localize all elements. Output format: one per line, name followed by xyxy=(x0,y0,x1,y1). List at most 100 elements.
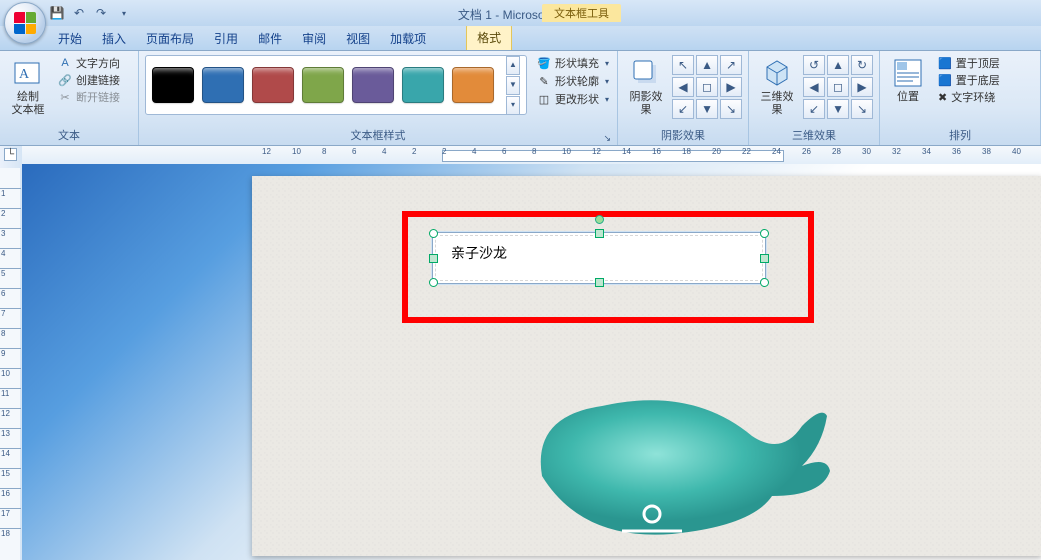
draw-textbox-button[interactable]: A 绘制 文本框 xyxy=(6,55,50,119)
ruler-tick: 8 xyxy=(322,147,326,156)
group-3d: 三维效果 ↺▲↻ ◀◻▶ ↙▼↘ 三维效果 xyxy=(749,51,880,145)
vruler-tick: 2 xyxy=(0,208,21,218)
position-button[interactable]: 位置 xyxy=(886,55,930,106)
left-gutter: └ 123456789101112131415161718 xyxy=(0,146,23,560)
style-swatch-6[interactable] xyxy=(452,67,494,103)
resize-handle-n[interactable] xyxy=(595,229,604,238)
tab-selector-icon[interactable]: └ xyxy=(4,148,17,161)
shadow-nudge-dr[interactable]: ↘ xyxy=(720,99,742,119)
document-page[interactable]: 亲子沙龙 xyxy=(252,176,1041,556)
tab-insert[interactable]: 插入 xyxy=(92,26,136,50)
draw-textbox-label: 绘制 文本框 xyxy=(12,91,45,117)
shadow-nudge-ur[interactable]: ↗ xyxy=(720,55,742,75)
ruler-tick: 2 xyxy=(412,147,416,156)
3d-tilt-r[interactable]: ▶ xyxy=(851,77,873,97)
tab-page-layout[interactable]: 页面布局 xyxy=(136,26,204,50)
3d-tilt-d[interactable]: ▼ xyxy=(827,99,849,119)
shadow-nudge-dl[interactable]: ↙ xyxy=(672,99,694,119)
vruler-tick: 11 xyxy=(0,388,21,398)
gallery-up-icon[interactable]: ▲ xyxy=(506,56,520,75)
3d-effect-button[interactable]: 三维效果 xyxy=(755,55,799,119)
style-swatch-5[interactable] xyxy=(402,67,444,103)
group-styles-label[interactable]: 文本框样式 xyxy=(143,126,613,145)
style-swatch-0[interactable] xyxy=(152,67,194,103)
qat-dropdown-icon[interactable] xyxy=(116,6,130,20)
style-swatch-3[interactable] xyxy=(302,67,344,103)
3d-tilt-dr[interactable]: ↘ xyxy=(851,99,873,119)
ribbon: A 绘制 文本框 A文字方向 🔗创建链接 ✂断开链接 文本 xyxy=(0,51,1041,146)
ruler-tick: 8 xyxy=(532,147,536,156)
resize-handle-e[interactable] xyxy=(760,254,769,263)
break-link-button[interactable]: ✂断开链接 xyxy=(54,89,124,105)
bring-front-button[interactable]: 🟦置于顶层 xyxy=(936,55,1002,71)
group-text-label: 文本 xyxy=(4,126,134,145)
ruler-tick: 32 xyxy=(892,147,901,156)
resize-handle-w[interactable] xyxy=(429,254,438,263)
horizontal-ruler[interactable]: 1210864224681012141618202224262830323436… xyxy=(22,146,1041,165)
undo-icon[interactable]: ↶ xyxy=(72,6,86,20)
vruler-tick: 6 xyxy=(0,288,21,298)
rotate-handle-icon[interactable] xyxy=(595,215,604,224)
text-wrap-button[interactable]: ✖文字环绕 xyxy=(936,89,1002,105)
shadow-effect-button[interactable]: 阴影效果 xyxy=(624,55,668,119)
shadow-nudge-d[interactable]: ▼ xyxy=(696,99,718,119)
3d-tilt-u[interactable]: ▲ xyxy=(827,55,849,75)
create-link-button[interactable]: 🔗创建链接 xyxy=(54,72,124,88)
shadow-nudge-ul[interactable]: ↖ xyxy=(672,55,694,75)
3d-tilt-l[interactable]: ◀ xyxy=(803,77,825,97)
3d-toggle[interactable]: ◻ xyxy=(827,77,849,97)
contextual-tab-title: 文本框工具 xyxy=(542,4,621,22)
selected-textbox[interactable]: 亲子沙龙 xyxy=(432,232,766,284)
shadow-nudge-r[interactable]: ▶ xyxy=(720,77,742,97)
style-swatch-4[interactable] xyxy=(352,67,394,103)
ruler-tick: 26 xyxy=(802,147,811,156)
3d-tilt-dl[interactable]: ↙ xyxy=(803,99,825,119)
ruler-tick: 10 xyxy=(292,147,301,156)
gallery-more-icon[interactable]: ▾ xyxy=(506,96,520,115)
office-logo-icon xyxy=(14,12,36,34)
group-textbox-styles: ▲ ▼ ▾ 🪣形状填充 ✎形状轮廓 ◫更改形状 文本框样式 xyxy=(139,51,618,145)
3d-rotate-grid: ↺▲↻ ◀◻▶ ↙▼↘ xyxy=(803,55,873,119)
resize-handle-sw[interactable] xyxy=(429,278,438,287)
style-swatch-1[interactable] xyxy=(202,67,244,103)
3d-tilt-ul[interactable]: ↺ xyxy=(803,55,825,75)
send-back-button[interactable]: 🟦置于底层 xyxy=(936,72,1002,88)
style-swatch-2[interactable] xyxy=(252,67,294,103)
tab-home[interactable]: 开始 xyxy=(48,26,92,50)
ruler-tick: 4 xyxy=(382,147,386,156)
arrange-stack: 🟦置于顶层 🟦置于底层 ✖文字环绕 xyxy=(936,55,1002,105)
3d-tilt-ur[interactable]: ↻ xyxy=(851,55,873,75)
resize-handle-se[interactable] xyxy=(760,278,769,287)
text-direction-button[interactable]: A文字方向 xyxy=(54,55,124,71)
vruler-tick: 8 xyxy=(0,328,21,338)
change-shape-button[interactable]: ◫更改形状 xyxy=(535,91,611,107)
shape-outline-button[interactable]: ✎形状轮廓 xyxy=(535,73,611,89)
shape-fill-button[interactable]: 🪣形状填充 xyxy=(535,55,611,71)
tab-addins[interactable]: 加载项 xyxy=(380,26,436,50)
workspace[interactable]: 亲子沙龙 xyxy=(22,164,1041,560)
shadow-nudge-l[interactable]: ◀ xyxy=(672,77,694,97)
group-arrange: 位置 🟦置于顶层 🟦置于底层 ✖文字环绕 排列 xyxy=(880,51,1041,145)
vruler-tick: 3 xyxy=(0,228,21,238)
whale-image[interactable] xyxy=(522,356,832,546)
tab-references[interactable]: 引用 xyxy=(204,26,248,50)
text-options: A文字方向 🔗创建链接 ✂断开链接 xyxy=(54,55,124,105)
save-icon[interactable]: 💾 xyxy=(50,6,64,20)
resize-handle-s[interactable] xyxy=(595,278,604,287)
office-button[interactable] xyxy=(4,2,46,44)
tab-review[interactable]: 审阅 xyxy=(292,26,336,50)
gallery-down-icon[interactable]: ▼ xyxy=(506,76,520,95)
shadow-nudge-u[interactable]: ▲ xyxy=(696,55,718,75)
shadow-toggle[interactable]: ◻ xyxy=(696,77,718,97)
resize-handle-ne[interactable] xyxy=(760,229,769,238)
tab-view[interactable]: 视图 xyxy=(336,26,380,50)
textbox-content[interactable]: 亲子沙龙 xyxy=(433,233,765,273)
resize-handle-nw[interactable] xyxy=(429,229,438,238)
tab-mailings[interactable]: 邮件 xyxy=(248,26,292,50)
tab-format[interactable]: 格式 xyxy=(466,24,512,50)
shadow-nudge-grid: ↖▲↗ ◀◻▶ ↙▼↘ xyxy=(672,55,742,119)
ruler-tick: 28 xyxy=(832,147,841,156)
vertical-ruler[interactable]: 123456789101112131415161718 xyxy=(0,168,20,560)
redo-icon[interactable]: ↷ xyxy=(94,6,108,20)
text-wrap-icon: ✖ xyxy=(938,91,947,104)
